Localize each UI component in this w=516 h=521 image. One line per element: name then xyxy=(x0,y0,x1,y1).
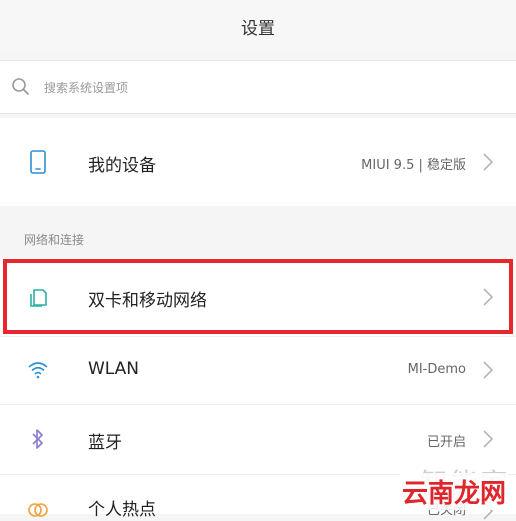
watermark: 智能家 云南龙网 xyxy=(392,467,510,514)
bluetooth-icon xyxy=(27,428,49,450)
wlan-row[interactable]: WLAN MI-Demo xyxy=(0,336,516,404)
hotspot-label: 个人热点 xyxy=(88,500,156,520)
hotspot-icon xyxy=(27,499,49,521)
wlan-label: WLAN xyxy=(88,359,140,379)
search-placeholder: 搜索系统设置项 xyxy=(44,80,129,95)
my-device-row[interactable]: 我的设备 MIUI 9.5 | 稳定版 xyxy=(0,118,516,206)
my-device-label: 我的设备 xyxy=(88,156,156,176)
search-input[interactable]: 搜索系统设置项 xyxy=(0,60,516,114)
wlan-value: MI-Demo xyxy=(407,362,466,377)
bluetooth-value: 已开启 xyxy=(426,435,466,450)
chevron-right-icon xyxy=(483,361,494,379)
header: 设置 xyxy=(0,0,516,52)
section-label-network: 网络和连接 xyxy=(24,233,85,247)
page-title: 设置 xyxy=(241,18,275,39)
chevron-right-icon xyxy=(483,153,494,171)
search-icon xyxy=(12,78,29,95)
search-area: 搜索系统设置项 xyxy=(0,52,516,118)
highlight-box xyxy=(3,259,513,334)
my-device-value: MIUI 9.5 | 稳定版 xyxy=(361,158,466,173)
chevron-right-icon xyxy=(483,430,494,448)
bluetooth-label: 蓝牙 xyxy=(88,433,122,453)
watermark-brand: 云南龙网 xyxy=(399,473,508,510)
phone-icon xyxy=(27,150,49,174)
wifi-icon xyxy=(27,359,49,381)
